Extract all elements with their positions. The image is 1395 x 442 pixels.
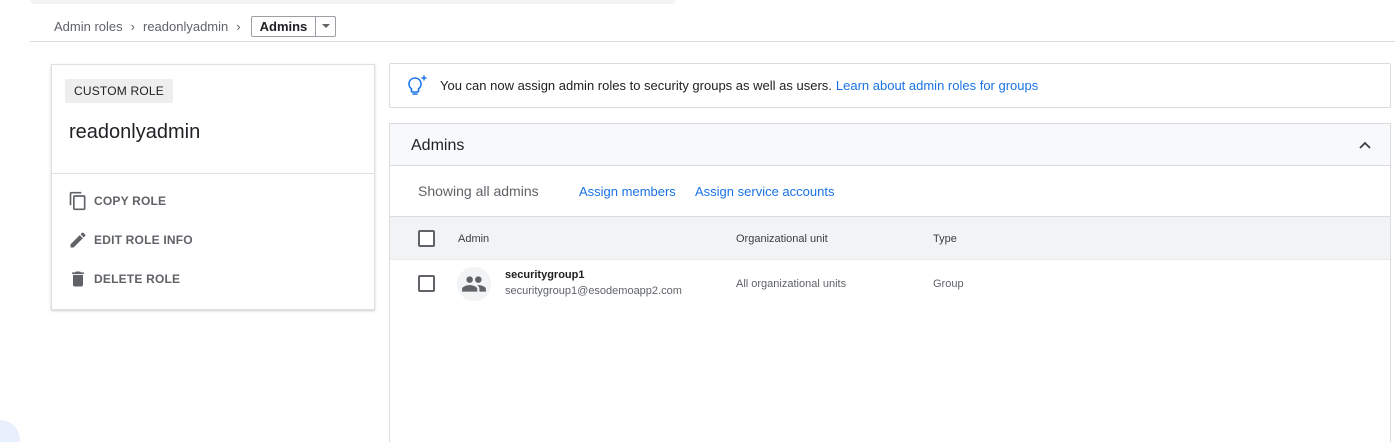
edit-role-info-button[interactable]: EDIT ROLE INFO	[68, 228, 193, 252]
breadcrumb-current-selector[interactable]: Admins	[250, 15, 337, 37]
column-admin[interactable]: Admin	[458, 233, 489, 245]
chevron-right-icon: ›	[236, 18, 241, 34]
breadcrumb-current-label: Admins	[259, 18, 308, 34]
group-icon	[462, 276, 486, 292]
admin-email: securitygroup1@esodemoapp2.com	[505, 285, 682, 297]
copy-icon	[68, 191, 88, 211]
admins-panel: Admins Showing all admins Assign members…	[389, 123, 1391, 442]
column-org-unit[interactable]: Organizational unit	[736, 233, 828, 245]
lightbulb-icon	[404, 73, 430, 99]
role-info-card: CUSTOM ROLE readonlyadmin COPY ROLE EDIT…	[51, 64, 375, 310]
card-divider	[52, 173, 374, 174]
admins-panel-header[interactable]: Admins	[390, 124, 1390, 166]
delete-role-label: DELETE ROLE	[94, 272, 181, 286]
breadcrumb-admin-roles[interactable]: Admin roles	[54, 19, 123, 34]
assign-members-button[interactable]: Assign members	[579, 184, 676, 199]
info-banner: You can now assign admin roles to securi…	[389, 63, 1391, 108]
table-header: Admin Organizational unit Type	[390, 216, 1390, 260]
table-row[interactable]	[390, 260, 1390, 308]
row-checkbox[interactable]	[418, 275, 435, 292]
breadcrumb: Admin roles › readonlyadmin › Admins	[54, 15, 337, 37]
top-bar-edge	[30, 0, 676, 4]
pencil-icon	[68, 230, 88, 250]
assign-service-accounts-button[interactable]: Assign service accounts	[695, 184, 834, 199]
showing-all-admins: Showing all admins	[418, 183, 539, 199]
panel-title: Admins	[411, 137, 465, 154]
role-name: readonlyadmin	[69, 121, 201, 143]
type-cell: Group	[933, 278, 964, 290]
custom-role-chip: CUSTOM ROLE	[65, 79, 173, 103]
group-avatar	[457, 267, 491, 301]
edit-role-info-label: EDIT ROLE INFO	[94, 233, 193, 247]
breadcrumb-role[interactable]: readonlyadmin	[143, 19, 228, 34]
delete-role-button[interactable]: DELETE ROLE	[68, 267, 180, 291]
admins-toolbar: Showing all admins Assign members Assign…	[390, 166, 1390, 216]
copy-role-label: COPY ROLE	[94, 194, 167, 208]
copy-role-button[interactable]: COPY ROLE	[68, 189, 166, 213]
floating-help-button[interactable]	[0, 420, 20, 442]
org-unit-cell: All organizational units	[736, 278, 847, 290]
admin-name-link[interactable]: securitygroup1	[505, 269, 584, 281]
chevron-up-icon[interactable]	[1356, 136, 1374, 154]
learn-admin-roles-link[interactable]: Learn about admin roles for groups	[836, 78, 1038, 93]
select-all-checkbox[interactable]	[418, 230, 435, 247]
chevron-right-icon: ›	[130, 18, 135, 34]
header-divider	[30, 41, 1395, 42]
banner-message: You can now assign admin roles to securi…	[440, 78, 832, 93]
trash-icon	[68, 269, 88, 289]
dropdown-arrow-icon[interactable]	[315, 16, 335, 36]
column-type[interactable]: Type	[933, 233, 957, 245]
